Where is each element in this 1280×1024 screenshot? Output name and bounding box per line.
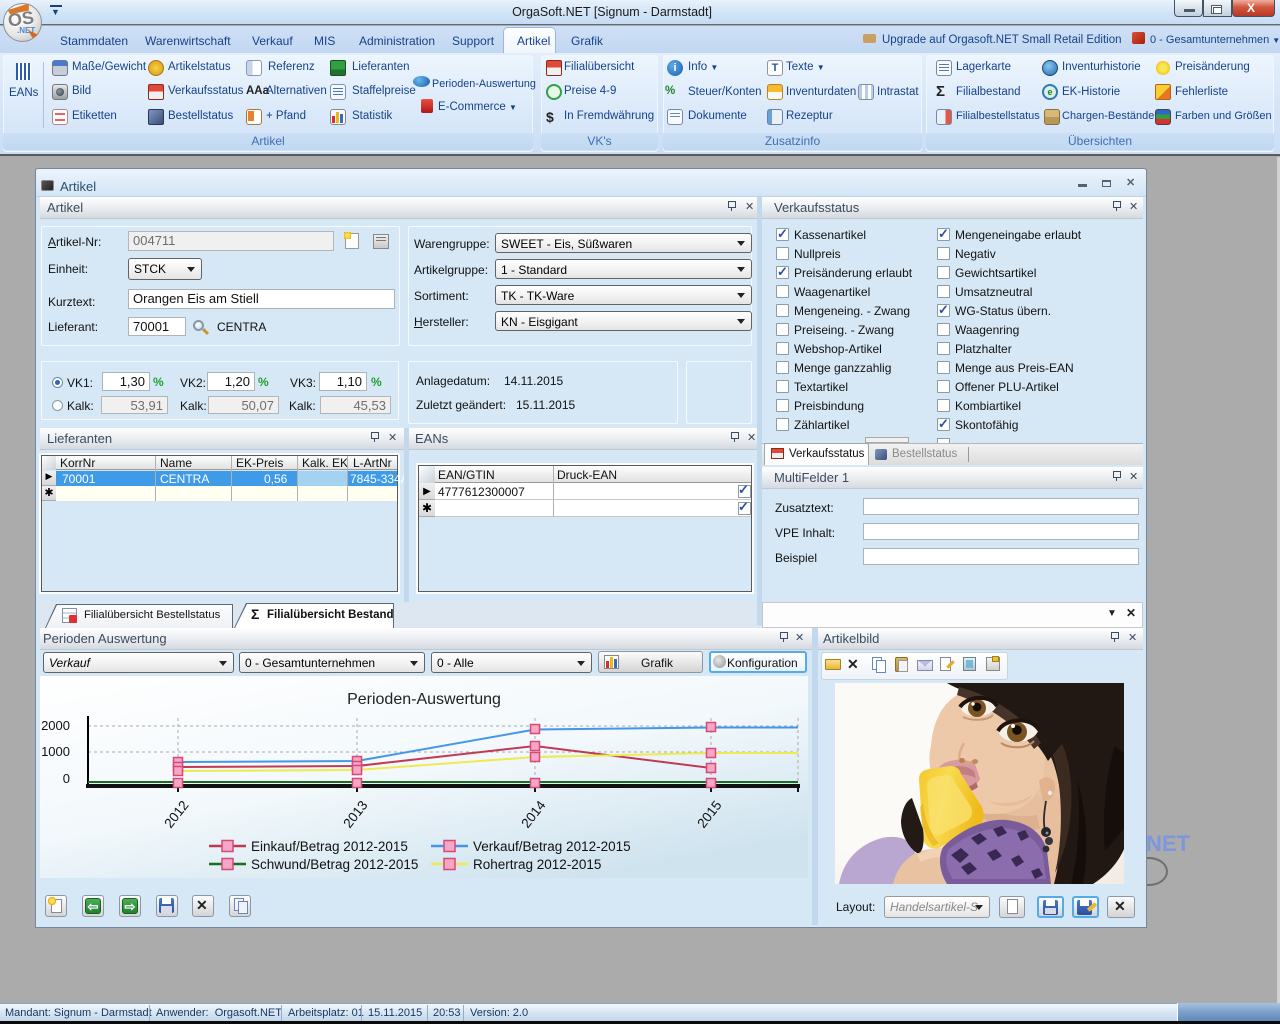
svg-text:Rohertrag 2012-2015: Rohertrag 2012-2015 [473, 857, 601, 872]
svg-text:Schwund/Betrag 2012-2015: Schwund/Betrag 2012-2015 [251, 857, 418, 872]
svg-text:Verkauf/Betrag 2012-2015: Verkauf/Betrag 2012-2015 [473, 839, 631, 854]
svg-text:2000: 2000 [41, 718, 70, 733]
svg-text:1000: 1000 [41, 744, 70, 759]
svg-text:Perioden-Auswertung: Perioden-Auswertung [347, 691, 501, 708]
svg-text:Einkauf/Betrag 2012-2015: Einkauf/Betrag 2012-2015 [251, 839, 408, 854]
svg-text:0: 0 [63, 771, 70, 786]
